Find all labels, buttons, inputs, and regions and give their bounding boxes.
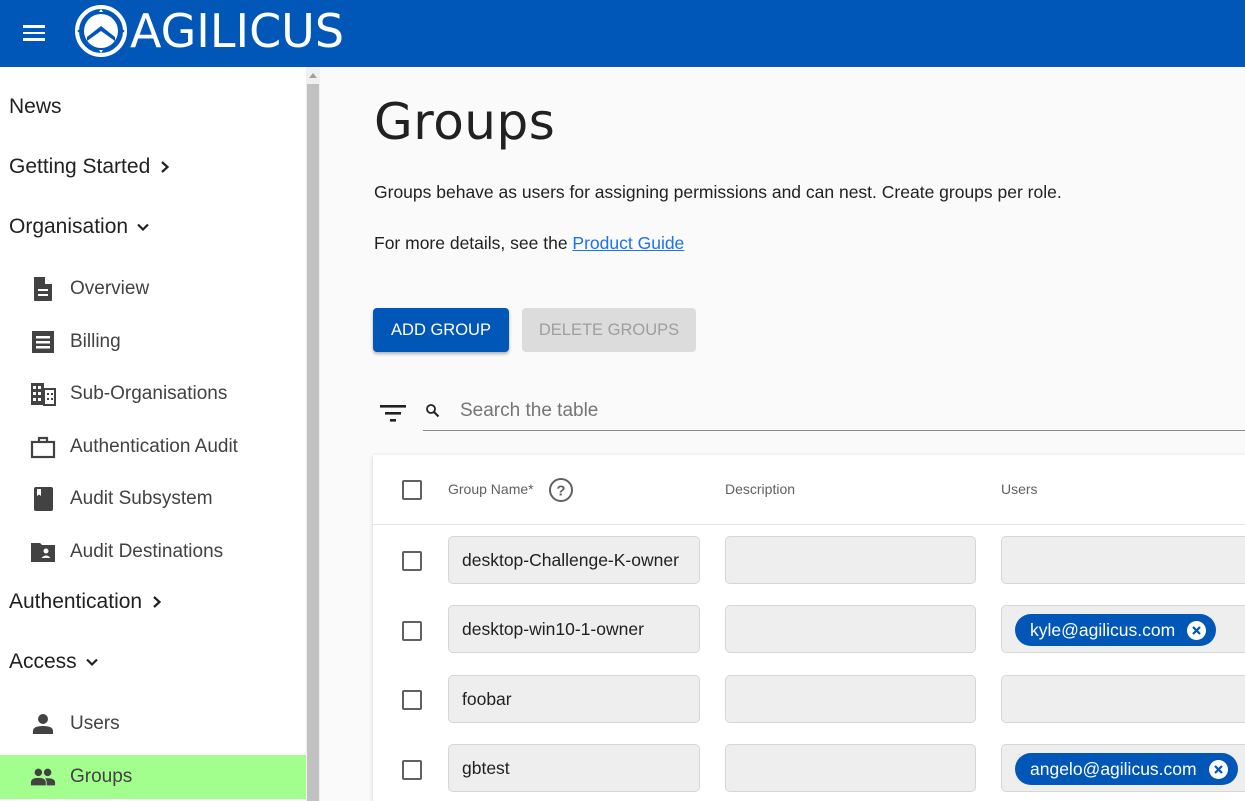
group-name-value: gbtest [462,758,510,778]
hamburger-menu-icon[interactable] [20,20,48,46]
remove-chip-icon[interactable] [1187,620,1207,640]
table-header: Group Name* ? Description Users [373,455,1245,525]
select-all-checkbox[interactable] [402,480,422,500]
sidebar-item-label: Sub-Organisations [70,383,228,404]
delete-groups-button[interactable]: DELETE GROUPS [522,308,696,352]
sidebar-section-access[interactable]: Access [9,650,99,674]
more-details-text: For more details, see the Product Guide [374,233,684,254]
column-header-users[interactable]: Users [1001,481,1038,497]
help-circle-icon[interactable]: ? [548,477,574,503]
sidebar-item-label: Users [70,713,120,734]
description-field[interactable] [725,605,976,653]
sidebar-item-audit-subsystem[interactable]: Audit Subsystem [0,477,306,521]
filter-list-icon[interactable] [380,405,406,425]
chevron-down-icon [137,223,149,232]
sidebar-item-label: Authentication Audit [70,436,238,457]
sidebar-item-label: Audit Destinations [70,541,224,562]
description-field[interactable] [725,744,976,792]
sidebar-nav: News Getting Started Organisation Overvi… [0,67,306,801]
group-name-field[interactable]: desktop-win10-1-owner [448,605,700,653]
folder-shared-icon [30,539,56,565]
user-chip-label: angelo@agilicus.com [1030,758,1197,779]
group-name-field[interactable]: foobar [448,675,700,723]
sidebar-section-label: Organisation [9,215,129,238]
svg-text:?: ? [556,483,565,500]
users-field[interactable] [1001,536,1245,584]
group-name-value: desktop-win10-1-owner [462,619,644,639]
chevron-down-icon [85,658,98,667]
sidebar-item-groups[interactable]: Groups [0,755,306,799]
row-checkbox[interactable] [402,690,422,710]
sidebar-item-audit-destinations[interactable]: Audit Destinations [0,530,306,574]
chevron-right-icon [161,161,170,173]
sidebar-section-authentication[interactable]: Authentication [9,590,164,614]
column-header-group-name[interactable]: Group Name* [448,481,534,497]
table-row: desktop-Challenge-K-owner [373,526,1245,594]
sidebar-section-label: News [9,95,62,118]
top-app-bar: AGILICUS [0,0,1245,67]
document-icon [30,276,56,302]
agilicus-shield-logo [75,5,127,57]
product-guide-link[interactable]: Product Guide [572,233,684,253]
users-field[interactable]: kyle@agilicus.com [1001,605,1245,653]
remove-chip-icon[interactable] [1208,759,1228,779]
sidebar-item-overview[interactable]: Overview [0,267,306,311]
table-search[interactable] [423,389,1245,431]
column-header-description[interactable]: Description [725,481,795,497]
table-row: foobar [373,665,1245,733]
search-icon [426,404,440,418]
user-chip[interactable]: angelo@agilicus.com [1015,753,1238,785]
sidebar-section-getting-started[interactable]: Getting Started [9,155,172,179]
page-title: Groups [374,93,556,151]
sidebar-item-label: Groups [70,766,133,787]
sidebar-scrollbar[interactable] [306,67,320,801]
brand-logo[interactable]: AGILICUS [74,4,344,58]
receipt-icon [30,329,56,355]
brand-name: AGILICUS [130,4,345,58]
scrollbar-thumb[interactable] [307,84,319,801]
description-field[interactable] [725,675,976,723]
group-name-value: desktop-Challenge-K-owner [462,550,679,570]
sidebar-item-label: Audit Subsystem [70,488,213,509]
groups-table: Group Name* ? Description Users desktop-… [373,455,1245,801]
sidebar-item-label: Overview [70,278,150,299]
group-name-field[interactable]: gbtest [448,744,700,792]
sidebar-section-organisation[interactable]: Organisation [9,215,150,239]
more-details-prefix: For more details, see the [374,233,573,253]
building-icon [30,381,56,407]
users-field[interactable] [1001,675,1245,723]
search-input[interactable] [460,395,1220,427]
sidebar-section-news[interactable]: News [9,95,62,119]
sidebar-item-label: Billing [70,331,121,352]
book-icon [30,486,56,512]
sidebar-item-authentication-audit[interactable]: Authentication Audit [0,425,306,469]
row-checkbox[interactable] [402,621,422,641]
row-checkbox[interactable] [402,551,422,571]
sidebar-item-users[interactable]: Users [0,702,306,746]
sidebar-section-label: Authentication [9,590,143,613]
page-description: Groups behave as users for assigning per… [374,182,1062,202]
users-field[interactable]: angelo@agilicus.com [1001,744,1245,792]
table-row: gbtest angelo@agilicus.com [373,734,1245,801]
group-name-field[interactable]: desktop-Challenge-K-owner [448,536,700,584]
add-group-button[interactable]: ADD GROUP [373,308,509,352]
sidebar: News Getting Started Organisation Overvi… [0,67,320,801]
description-field[interactable] [725,536,976,584]
table-row: desktop-win10-1-owner kyle@agilicus.com [373,595,1245,663]
main-content: Groups Groups behave as users for assign… [320,67,1245,801]
sidebar-section-label: Getting Started [9,155,151,178]
group-name-value: foobar [462,689,512,709]
chevron-right-icon [153,596,162,608]
briefcase-icon [30,434,56,460]
scroll-up-arrow-icon[interactable] [309,73,317,78]
group-icon [30,764,56,790]
row-checkbox[interactable] [402,760,422,780]
sidebar-item-billing[interactable]: Billing [0,320,306,364]
sidebar-section-label: Access [9,650,77,673]
sidebar-item-sub-organisations[interactable]: Sub-Organisations [0,372,306,416]
person-icon [30,711,56,737]
user-chip[interactable]: kyle@agilicus.com [1015,614,1217,646]
user-chip-label: kyle@agilicus.com [1030,619,1176,640]
